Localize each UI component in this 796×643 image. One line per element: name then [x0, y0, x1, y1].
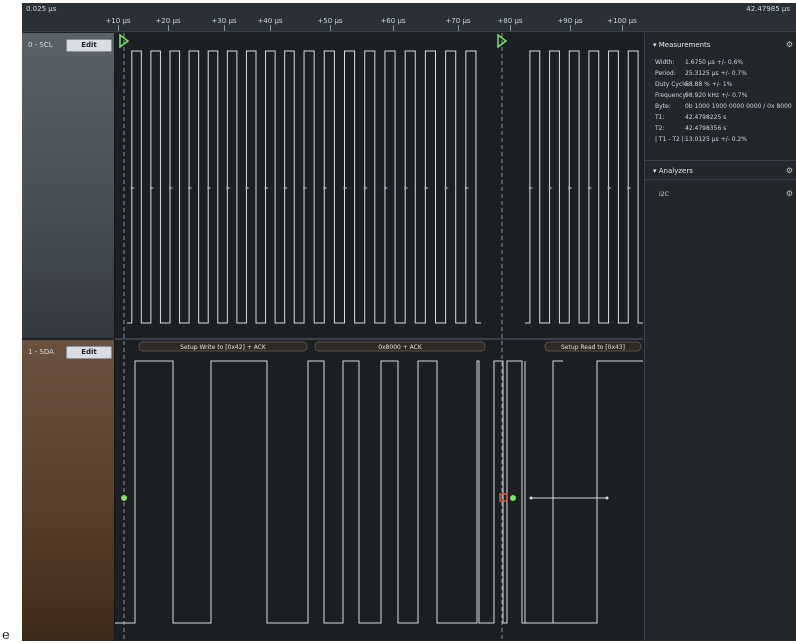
time-tick-label: +100 µs	[607, 17, 637, 25]
waveform-svg[interactable]: Setup Write to [0x42] + ACK 0x8000 + ACK…	[115, 33, 643, 641]
analyzer-settings-gear-icon[interactable]: ⚙	[786, 189, 793, 198]
time-tick-label: +20 µs	[155, 17, 181, 25]
stray-character: e	[2, 628, 10, 643]
decoder-label-1: Setup Write to [0x42] + ACK	[180, 344, 267, 351]
decoder-label-2: 0x8000 + ACK	[378, 344, 423, 351]
time-tick-mark	[570, 25, 571, 31]
analyzer-item-i2c[interactable]: I2C	[659, 191, 669, 198]
gear-icon[interactable]: ⚙	[786, 166, 793, 175]
section-divider	[645, 160, 796, 161]
measurements-title: Measurements	[658, 41, 711, 49]
time-tick-mark	[330, 25, 331, 31]
measurement-row: Period: 25.3125 µs +/- 0.7%	[655, 70, 747, 77]
measurement-span-start	[529, 496, 533, 500]
section-divider	[645, 179, 796, 180]
measurement-value: 42.4798225 s	[685, 114, 727, 121]
time-tick-mark	[458, 25, 459, 31]
time-tick-mark	[622, 25, 623, 31]
gear-icon[interactable]: ⚙	[786, 40, 793, 49]
channel-0-track	[115, 33, 643, 338]
time-tick-label: +70 µs	[445, 17, 471, 25]
analyzers-title: Analyzers	[658, 167, 693, 175]
channel-0-panel: 0 - SCL Edit	[22, 33, 115, 338]
measurements-header[interactable]: ▾ Measurements	[653, 41, 710, 49]
measurement-label: Width:	[655, 59, 675, 66]
measurement-value: 98.920 kHz +/- 0.7%	[685, 92, 748, 99]
cursor-dot-green[interactable]	[510, 495, 516, 501]
measurement-label: | T1 - T2 |:	[655, 136, 686, 143]
time-tick-label: +60 µs	[380, 17, 406, 25]
time-tick-label: +90 µs	[557, 17, 583, 25]
measurement-row: Width: 1.6750 µs +/- 0.6%	[655, 59, 743, 66]
measurement-span-end	[605, 496, 609, 500]
channel-1-panel: 1 - SDA Edit	[22, 340, 115, 641]
decoder-bar-1[interactable]: Setup Write to [0x42] + ACK	[138, 341, 308, 352]
time-tick-mark	[393, 25, 394, 31]
channel-1-edit-button[interactable]: Edit	[66, 346, 112, 359]
waveform-plot-area[interactable]: Setup Write to [0x42] + ACK 0x8000 + ACK…	[115, 33, 643, 641]
time-tick-mark	[510, 25, 511, 31]
analyzers-header[interactable]: ▾ Analyzers	[653, 167, 693, 175]
time-tick-label: +40 µs	[257, 17, 283, 25]
time-tick-mark	[270, 25, 271, 31]
measurement-row: T1: 42.4798225 s	[655, 114, 726, 121]
measurement-value: 25.3125 µs +/- 0.7%	[685, 70, 747, 77]
measurement-row: T2: 42.4798356 s	[655, 125, 726, 132]
time-tick-label: +30 µs	[211, 17, 237, 25]
channel-0-edit-button[interactable]: Edit	[66, 39, 112, 52]
measurement-row: Frequency: 98.920 kHz +/- 0.7%	[655, 92, 747, 99]
time-ruler-end-label: 42.47985 µs	[746, 5, 790, 13]
time-tick-mark	[118, 25, 119, 31]
right-sidebar: ▾ Measurements ⚙ Width: 1.6750 µs +/- 0.6…	[644, 33, 796, 641]
channel-1-track	[115, 340, 643, 641]
measurement-value: 42.4798356 s	[685, 125, 727, 132]
measurement-value: 1.6750 µs +/- 0.6%	[685, 59, 744, 66]
measurement-value: 0b 1000 1000 0000 0000 / 0x 8000	[685, 103, 792, 110]
time-tick-label: +10 µs	[105, 17, 131, 25]
decoder-bar-3[interactable]: Setup Read to [0x43]	[544, 341, 642, 352]
time-tick-mark	[224, 25, 225, 31]
measurement-row: | T1 - T2 |: 13.0125 µs +/- 0.2%	[655, 136, 747, 143]
decoder-bar-2[interactable]: 0x8000 + ACK	[314, 341, 486, 352]
channel-1-label: 1 - SDA	[28, 348, 54, 356]
channel-0-label: 0 - SCL	[28, 41, 53, 49]
time-ruler[interactable]: 0.025 µs 42.47985 µs +10 µs +20 µs +30 µs +…	[22, 3, 796, 32]
measurement-label: Byte:	[655, 103, 671, 110]
measurement-label: T2:	[655, 125, 665, 132]
decoder-label-3: Setup Read to [0x43]	[561, 344, 625, 351]
time-ruler-start-label: 0.025 µs	[26, 5, 57, 13]
measurement-label: T1:	[655, 114, 665, 121]
time-tick-label: +50 µs	[317, 17, 343, 25]
measurement-value: 13.0125 µs +/- 0.2%	[685, 136, 747, 143]
measurement-label: Period:	[655, 70, 676, 77]
measurement-row: Duty Cycle: 58.88 % +/- 1%	[655, 81, 732, 88]
time-tick-mark	[168, 25, 169, 31]
measurement-value: 58.88 % +/- 1%	[685, 81, 733, 88]
measurement-label: Frequency:	[655, 92, 688, 99]
time-tick-label: +80 µs	[497, 17, 523, 25]
measurement-row: Byte: 0b 1000 1000 0000 0000 / 0x 8000	[655, 103, 792, 110]
logic-analyzer-window: 0.025 µs 42.47985 µs +10 µs +20 µs +30 µs +…	[22, 3, 796, 641]
cursor-dot-green[interactable]	[121, 495, 127, 501]
